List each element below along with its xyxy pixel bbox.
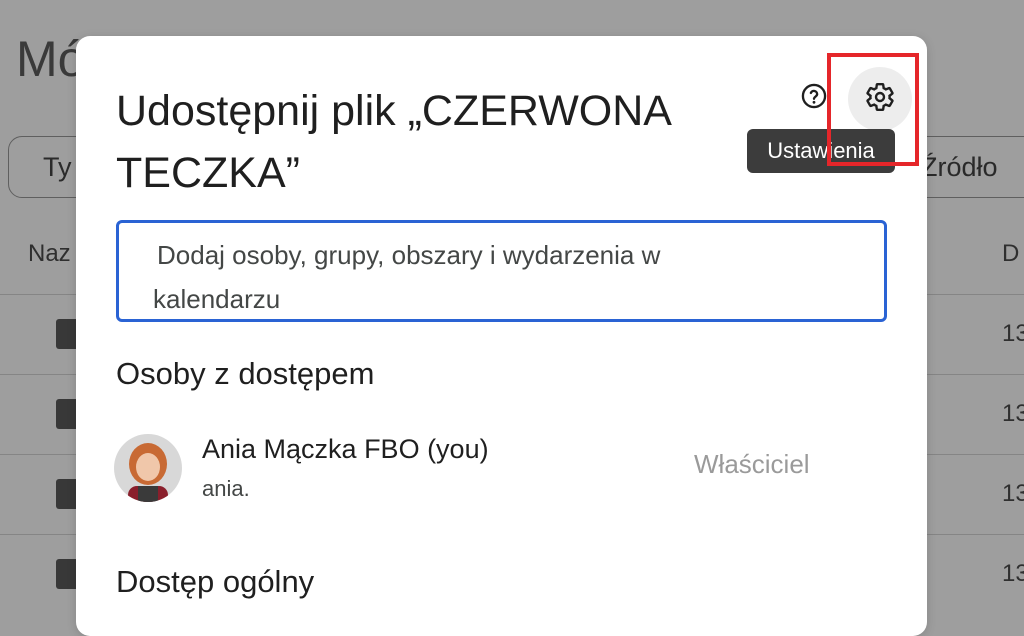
person-row: Ania Mączka FBO (you) ania. Właściciel xyxy=(114,434,874,508)
person-name: Ania Mączka FBO (you) xyxy=(202,434,489,464)
avatar[interactable] xyxy=(114,434,182,502)
person-role: Właściciel xyxy=(694,449,810,479)
dialog-title: Udostępnij plik „CZERWONA TECZKA” xyxy=(116,87,670,197)
share-input-placeholder: Dodaj osoby, grupy, obszary i wydarzenia… xyxy=(157,240,661,270)
share-input-placeholder: kalendarzu xyxy=(153,284,281,314)
share-dialog: Udostępnij plik „CZERWONA TECZKA” Ustawi… xyxy=(76,36,927,636)
help-circle-icon xyxy=(800,82,828,115)
help-button[interactable] xyxy=(798,82,830,114)
person-email: ania. xyxy=(202,476,250,501)
share-search-input[interactable]: Dodaj osoby, grupy, obszary i wydarzenia… xyxy=(116,220,887,322)
row-date: 13 xyxy=(1002,480,1024,507)
people-with-access-heading: Osoby z dostępem xyxy=(116,356,375,391)
general-access-heading: Dostęp ogólny xyxy=(116,564,315,599)
name-column-header[interactable]: Naz xyxy=(28,240,71,268)
row-date: 13 xyxy=(1002,560,1024,587)
row-date: 13 xyxy=(1002,400,1024,427)
highlight-box xyxy=(827,53,919,166)
date-column-header[interactable]: D xyxy=(1002,240,1019,268)
row-date: 13 xyxy=(1002,320,1024,347)
